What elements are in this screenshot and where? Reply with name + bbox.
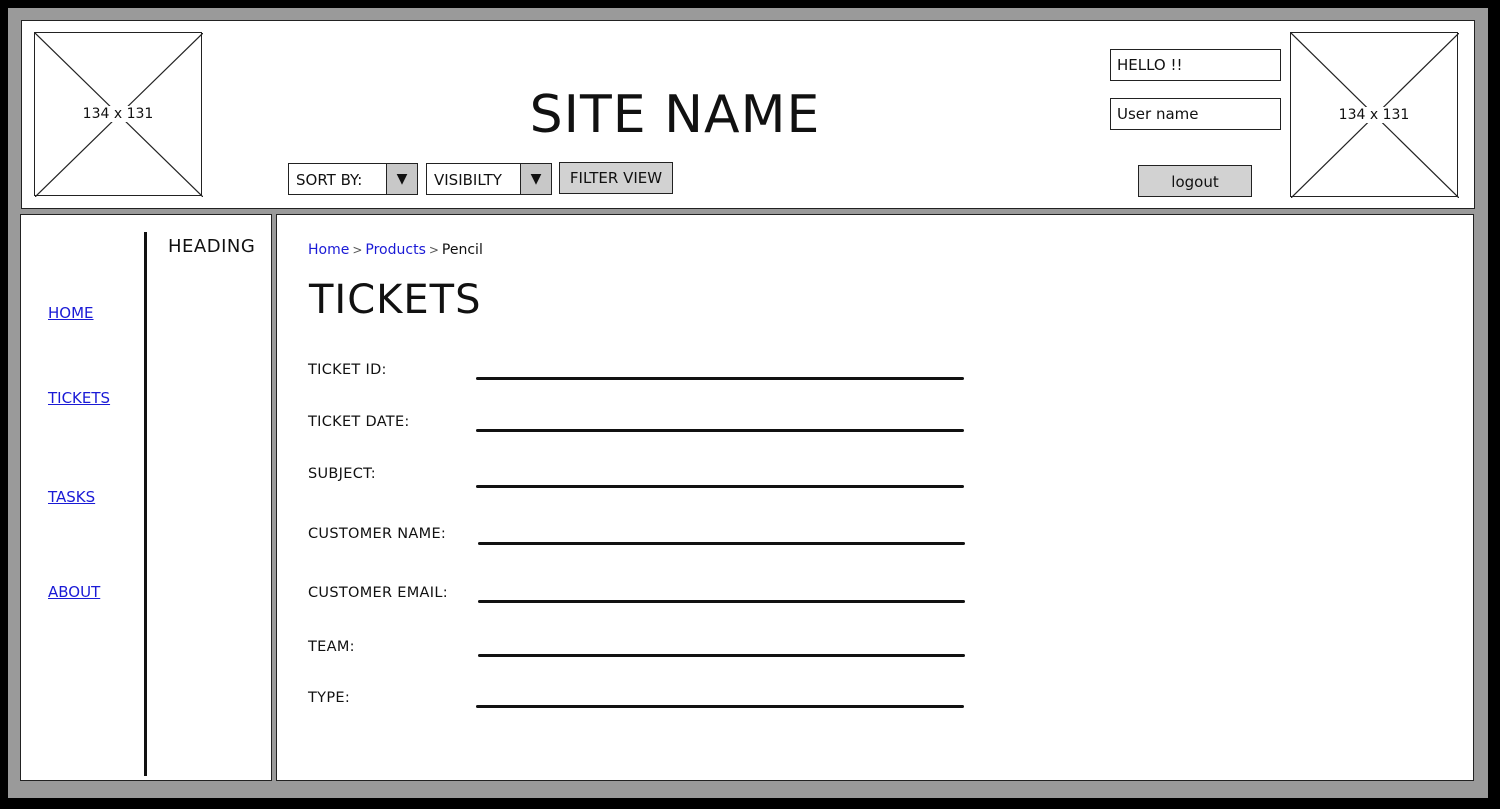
field-label-ticket-id: TICKET ID:: [308, 362, 387, 378]
visibility-label: VISIBILTY: [434, 171, 502, 189]
field-input-subject[interactable]: [476, 485, 964, 488]
field-label-customer-name: CUSTOMER NAME:: [308, 526, 447, 542]
filter-view-button[interactable]: FILTER VIEW: [559, 162, 673, 194]
field-label-ticket-date: TICKET DATE:: [308, 414, 410, 430]
field-input-type[interactable]: [476, 705, 964, 708]
logout-button[interactable]: logout: [1138, 165, 1252, 197]
field-input-ticket-date[interactable]: [476, 429, 964, 432]
breadcrumb-separator: >: [352, 243, 363, 257]
user-avatar-placeholder: 134 x 131: [1290, 32, 1459, 198]
sidebar-item-home[interactable]: HOME: [48, 304, 94, 322]
username-field: User name: [1110, 98, 1281, 130]
visibility-select[interactable]: VISIBILTY ▼: [426, 163, 552, 195]
breadcrumb: Home > Products > Pencil: [308, 242, 483, 258]
logo-size-label: 134 x 131: [80, 106, 156, 122]
field-input-customer-name[interactable]: [478, 542, 965, 545]
sidebar-divider: [144, 232, 147, 776]
breadcrumb-products[interactable]: Products: [365, 242, 425, 258]
sidebar-item-tasks[interactable]: TASKS: [48, 488, 95, 506]
avatar-size-label: 134 x 131: [1336, 106, 1412, 123]
field-input-customer-email[interactable]: [478, 600, 965, 603]
sort-by-select[interactable]: SORT BY: ▼: [288, 163, 418, 195]
field-label-customer-email: CUSTOMER EMAIL:: [308, 585, 448, 601]
field-label-team: TEAM:: [308, 639, 355, 655]
page-title: TICKETS: [309, 277, 482, 323]
site-name: SITE NAME: [529, 85, 821, 145]
field-input-team[interactable]: [478, 654, 965, 657]
field-label-subject: SUBJECT:: [308, 466, 376, 482]
sidebar-heading: HEADING: [168, 236, 256, 257]
sort-dropdown-arrow-icon[interactable]: ▼: [386, 164, 417, 194]
greeting-field: HELLO !!: [1110, 49, 1281, 81]
breadcrumb-separator: >: [428, 243, 439, 257]
sidebar-item-tickets[interactable]: TICKETS: [48, 389, 110, 407]
breadcrumb-home[interactable]: Home: [308, 242, 349, 258]
field-label-type: TYPE:: [308, 690, 351, 706]
field-input-ticket-id[interactable]: [476, 377, 964, 380]
visibility-dropdown-arrow-icon[interactable]: ▼: [520, 164, 551, 194]
sort-by-label: SORT BY:: [296, 171, 363, 189]
breadcrumb-current: Pencil: [441, 242, 483, 258]
logo-image-placeholder: 134 x 131: [34, 32, 203, 197]
sidebar-item-about[interactable]: ABOUT: [48, 583, 100, 601]
